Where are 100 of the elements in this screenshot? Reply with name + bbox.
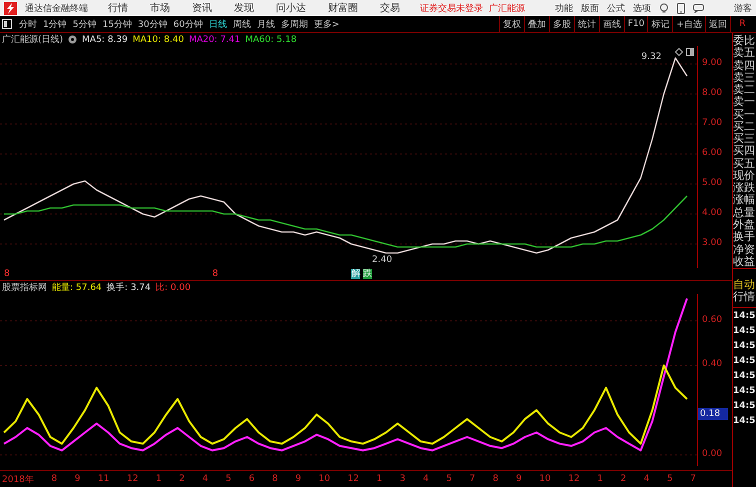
event-marker[interactable]: 跌 — [362, 269, 372, 279]
date-label: 11 — [98, 474, 110, 484]
high-price-label: 9.32 — [641, 52, 662, 62]
quote-field-label: 总量 — [733, 206, 756, 219]
axis-label: 7.00 — [702, 118, 722, 128]
period-tab[interactable]: 5分钟 — [70, 18, 100, 30]
date-label: 8 — [272, 474, 278, 484]
date-label: 10 — [318, 474, 330, 484]
date-label: 1 — [156, 474, 162, 484]
menu-item[interactable]: 资讯 — [192, 1, 212, 15]
chart-tool-button[interactable]: +自选 — [672, 16, 705, 32]
app-logo-icon — [4, 2, 17, 14]
period-tab[interactable]: 60分钟 — [170, 18, 206, 30]
axis-label: 4.00 — [702, 208, 722, 218]
quote-field-label: 委比 — [733, 35, 756, 47]
tick-time: 14:5 — [733, 311, 756, 321]
quote-field-label: 买五 — [733, 158, 756, 170]
axis-label: 8.00 — [702, 88, 722, 98]
date-label: 5 — [666, 474, 673, 484]
login-notice[interactable]: 证券交易未登录 — [420, 2, 483, 14]
tick-time: 14:5 — [733, 326, 756, 336]
menu-item[interactable]: 发现 — [234, 1, 254, 15]
quote-field-label: 卖五 — [733, 47, 756, 60]
indicator-value: 换手: 3.74 — [106, 282, 151, 294]
period-tab[interactable]: 15分钟 — [99, 18, 135, 30]
period-tab[interactable]: 周线 — [230, 18, 254, 30]
chart-tool-button[interactable]: 统计 — [574, 16, 599, 32]
period-tab[interactable]: 多周期 — [278, 18, 311, 30]
event-marker[interactable]: 8 — [4, 269, 10, 279]
date-label: 2 — [179, 474, 185, 484]
menu-item[interactable]: 财富圈 — [328, 1, 358, 15]
indicator-value: 比: 0.00 — [156, 282, 191, 294]
quote-mode-label[interactable]: 自动 — [733, 279, 756, 291]
date-label: 8 — [492, 474, 499, 484]
tick-time: 14:5 — [733, 416, 756, 426]
ma-value: MA5: 8.39 — [82, 34, 128, 44]
bulb-icon[interactable] — [659, 2, 669, 14]
axis-label: 6.00 — [702, 148, 722, 158]
date-label: 8 — [51, 474, 58, 484]
date-label: 2018年 — [2, 474, 34, 486]
diamond-icon[interactable] — [675, 48, 683, 56]
ma-value: MA10: 8.40 — [132, 34, 184, 44]
chart-tool-button[interactable]: 复权 — [498, 16, 524, 32]
period-tab[interactable]: 月线 — [254, 18, 278, 30]
panel-toggle-icon[interactable] — [2, 19, 12, 29]
current-value-badge: 0.18 — [698, 408, 728, 420]
date-label: 5 — [446, 474, 452, 484]
tick-time: 14:5 — [733, 341, 756, 351]
quote-field-label: 现价 — [733, 170, 756, 182]
user-label[interactable]: 游客 — [734, 2, 752, 14]
date-label: 7 — [470, 474, 476, 484]
period-tab[interactable]: 1分钟 — [40, 18, 70, 30]
date-label: 4 — [423, 474, 429, 484]
quote-field-label: 卖一 — [733, 96, 756, 108]
message-icon[interactable] — [693, 4, 704, 12]
period-tab[interactable]: 30分钟 — [134, 18, 170, 30]
date-label: 12 — [126, 474, 138, 484]
date-label: 4 — [202, 474, 208, 484]
quote-field-label: 收益 — [733, 256, 756, 268]
phone-icon[interactable] — [677, 2, 685, 14]
axis-label: 5.00 — [702, 178, 722, 188]
quote-field-label: 卖四 — [733, 60, 756, 72]
ma-value: MA60: 5.18 — [245, 34, 297, 44]
tool-menu-item[interactable]: 选项 — [633, 2, 651, 14]
axis-label: 3.00 — [702, 238, 722, 248]
menu-item[interactable]: 市场 — [150, 1, 170, 15]
quote-field-label: 卖二 — [733, 84, 756, 96]
quote-field-label: 买二 — [733, 120, 756, 133]
ma-value: MA20: 7.41 — [188, 34, 240, 44]
low-price-label: 2.40 — [372, 255, 392, 265]
tool-menu-item[interactable]: 公式 — [607, 2, 625, 14]
quote-field-label: 涨幅 — [733, 194, 756, 206]
menu-item[interactable]: 交易 — [380, 1, 400, 15]
quote-field-label: 卖三 — [733, 72, 756, 84]
period-tab[interactable]: 更多> — [310, 18, 342, 30]
event-marker[interactable]: 8 — [212, 269, 218, 279]
tool-menu-item[interactable]: 功能 — [555, 2, 573, 14]
tick-time: 14:5 — [733, 386, 756, 396]
date-label: 12 — [568, 474, 580, 484]
stock-link[interactable]: 广汇能源 — [489, 2, 525, 14]
tick-time: 14:5 — [733, 371, 756, 381]
chart-tool-button[interactable]: 标记 — [647, 16, 672, 32]
date-label: 2 — [620, 474, 626, 484]
period-tab[interactable]: 日线 — [206, 18, 230, 30]
date-label: 4 — [644, 474, 650, 484]
date-label: 3 — [400, 474, 406, 484]
date-label: 9 — [295, 474, 302, 484]
date-label: 1 — [597, 474, 603, 484]
date-label: 12 — [348, 474, 360, 484]
chart-tool-button[interactable]: 多股 — [548, 16, 574, 32]
quote-mode-label[interactable]: 行情 — [733, 291, 756, 303]
tick-time: 14:5 — [733, 356, 756, 366]
menu-item[interactable]: 问小达 — [276, 1, 306, 15]
menu-item[interactable]: 行情 — [108, 1, 128, 15]
window-icon[interactable] — [686, 48, 694, 56]
axis-label: 9.00 — [702, 58, 722, 68]
quote-field-label: 买一 — [733, 108, 756, 121]
chart-tool-button[interactable]: 画线 — [598, 16, 624, 32]
tool-menu-item[interactable]: 版面 — [581, 2, 599, 14]
period-tab[interactable]: 分时 — [16, 18, 40, 30]
